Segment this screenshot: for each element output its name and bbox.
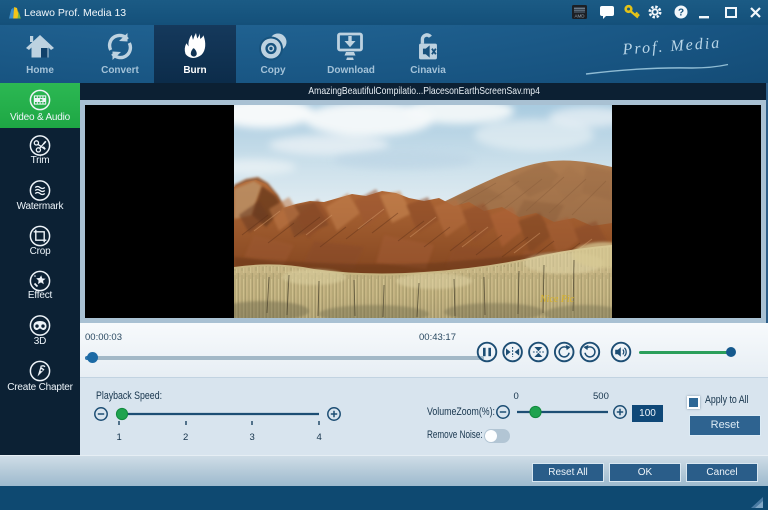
svg-text:Nice Pic: Nice Pic — [539, 294, 575, 305]
svg-text:AMD: AMD — [575, 14, 586, 19]
svg-text:?: ? — [678, 8, 684, 19]
